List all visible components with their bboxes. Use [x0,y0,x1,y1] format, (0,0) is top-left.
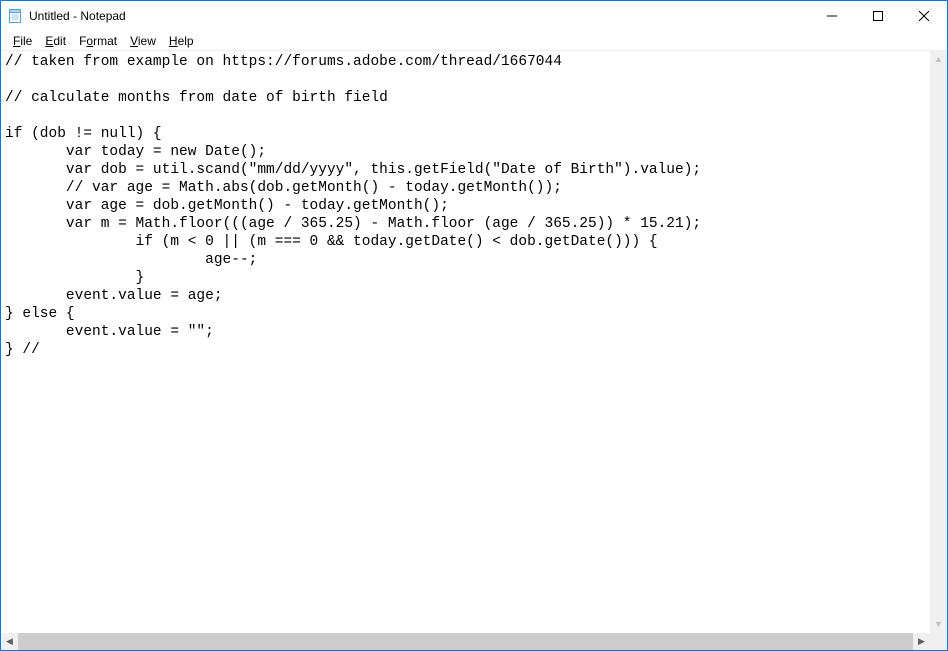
menu-help-rest: elp [178,34,194,48]
menu-format[interactable]: Format [73,33,124,49]
scroll-left-button[interactable]: ◀ [1,633,18,650]
scroll-corner [930,633,947,650]
menu-edit[interactable]: Edit [39,33,73,49]
close-button[interactable] [901,1,947,31]
scroll-track-vertical[interactable] [930,68,947,616]
menu-file-rest: ile [20,34,32,48]
maximize-icon [873,11,883,21]
titlebar[interactable]: Untitled - Notepad [1,1,947,31]
content-wrapper: // taken from example on https://forums.… [1,50,947,650]
menubar: File Edit Format View Help [1,31,947,50]
chevron-right-icon: ▶ [918,637,925,646]
text-editor[interactable]: // taken from example on https://forums.… [1,51,930,650]
scrollbar-vertical[interactable]: ▲ ▼ [930,51,947,633]
chevron-down-icon: ▼ [934,620,943,629]
scrollbar-horizontal[interactable]: ◀ ▶ [1,633,930,650]
menu-view-rest: iew [138,34,156,48]
minimize-button[interactable] [809,1,855,31]
scroll-right-button[interactable]: ▶ [913,633,930,650]
editor-area: // taken from example on https://forums.… [1,51,947,650]
menu-format-rest: rmat [93,34,117,48]
chevron-left-icon: ◀ [6,637,13,646]
notepad-window: Untitled - Notepad File Edit [0,0,948,651]
close-icon [919,11,929,21]
minimize-icon [827,11,837,21]
window-controls [809,1,947,31]
chevron-up-icon: ▲ [934,55,943,64]
scroll-track-horizontal[interactable] [18,633,913,650]
maximize-button[interactable] [855,1,901,31]
scroll-down-button[interactable]: ▼ [930,616,947,633]
menu-edit-rest: dit [53,34,66,48]
scroll-thumb-horizontal[interactable] [18,633,913,650]
notepad-icon [7,8,23,24]
scroll-up-button[interactable]: ▲ [930,51,947,68]
menu-help[interactable]: Help [163,33,201,49]
titlebar-left: Untitled - Notepad [7,8,126,24]
window-title: Untitled - Notepad [29,9,126,23]
menu-file[interactable]: File [7,33,39,49]
menu-view[interactable]: View [124,33,163,49]
